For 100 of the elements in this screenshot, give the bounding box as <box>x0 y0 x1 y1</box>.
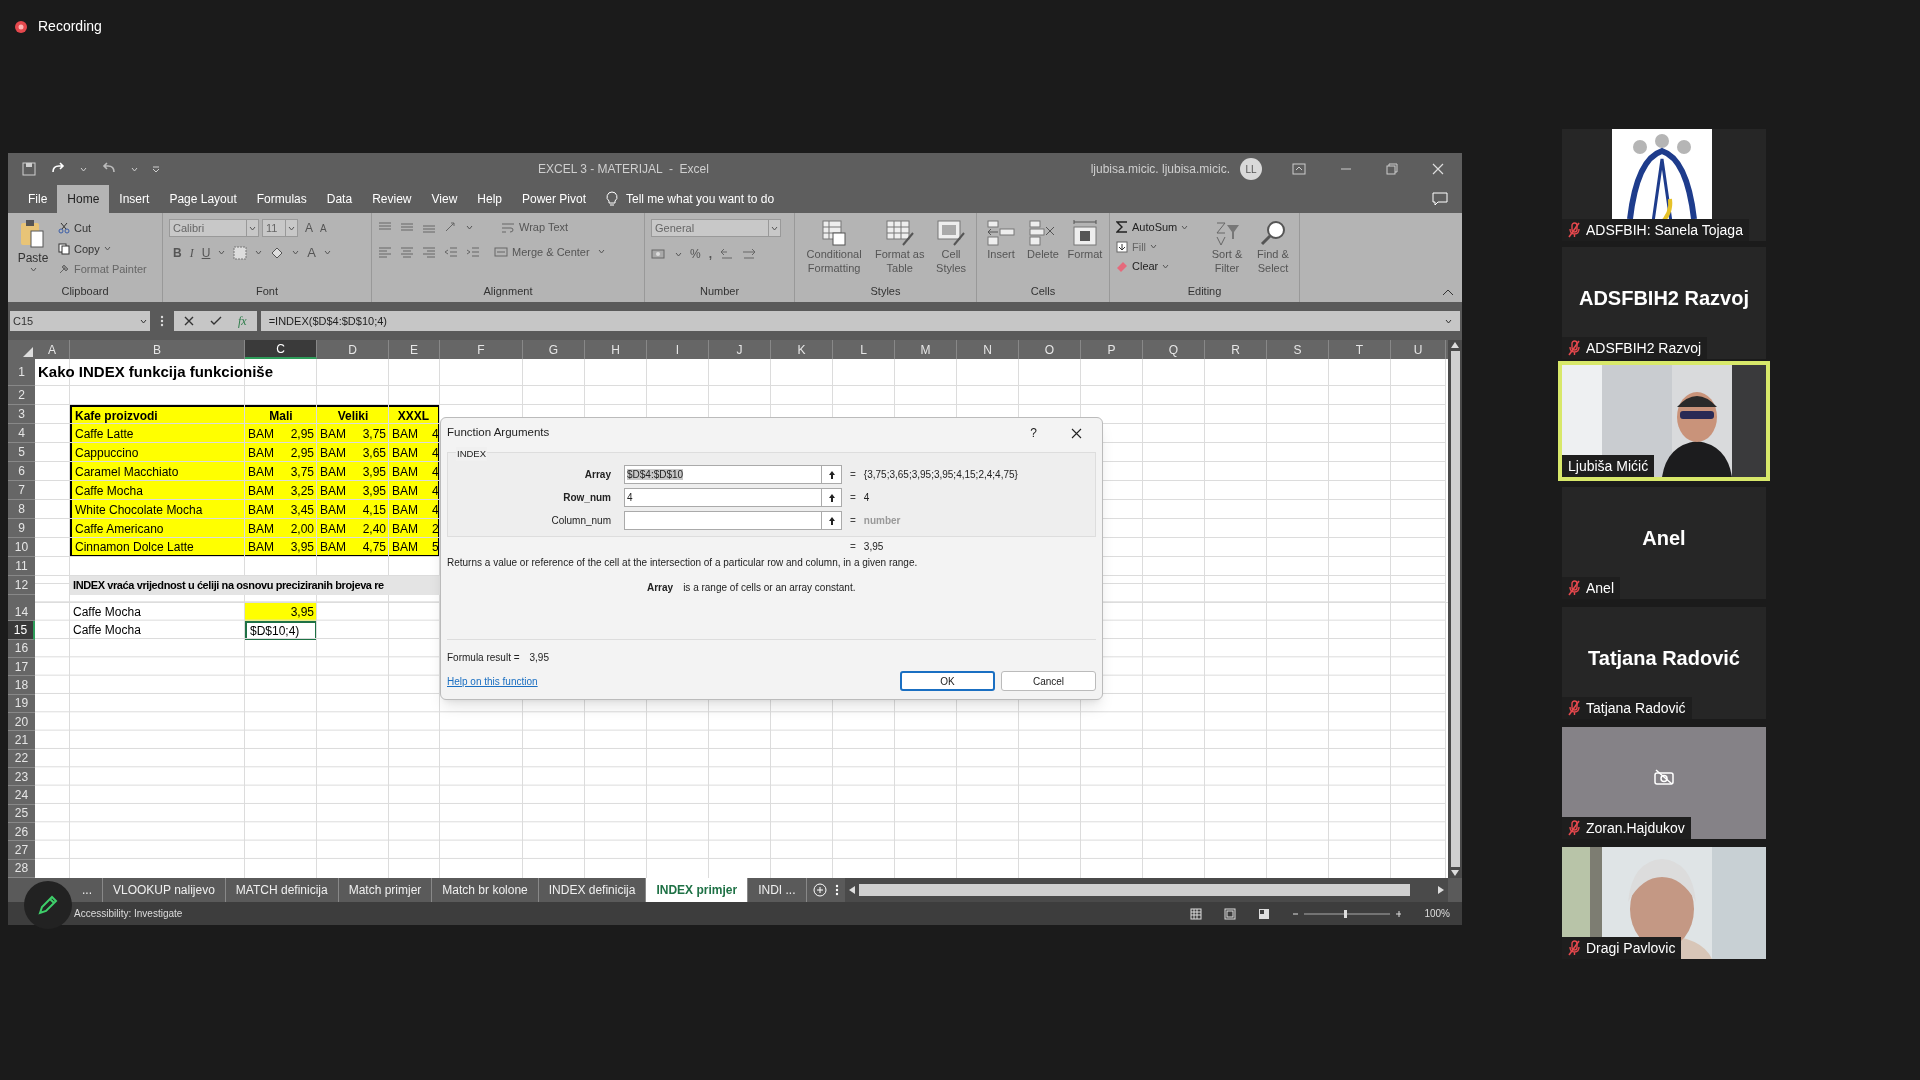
add-sheet-icon[interactable] <box>812 883 827 897</box>
ribbon-button[interactable]: Cell Styles <box>932 219 970 283</box>
cancel-icon[interactable] <box>184 316 194 326</box>
caret-icon[interactable] <box>324 250 331 256</box>
collapse-dialog-icon[interactable] <box>827 515 836 526</box>
column-header[interactable]: A <box>35 340 70 359</box>
font-color-button[interactable]: A <box>307 243 316 263</box>
row-header[interactable]: 18 <box>8 676 35 695</box>
name-box[interactable]: C15 <box>10 311 150 331</box>
row-header[interactable]: 15 <box>8 621 35 640</box>
ribbon-button[interactable]: Insert <box>983 219 1019 283</box>
column-header[interactable]: E <box>389 340 440 359</box>
ribbon-button[interactable]: Format <box>1067 219 1103 283</box>
caret-icon[interactable] <box>1181 224 1189 230</box>
row-header[interactable]: 14 <box>8 603 35 622</box>
comment-icon[interactable] <box>1432 192 1448 206</box>
column-header[interactable]: P <box>1081 340 1143 359</box>
row-header[interactable]: 6 <box>8 462 35 481</box>
bold-button[interactable]: B <box>173 243 182 262</box>
formula-field[interactable]: =INDEX($D$4:$D$10;4) <box>260 311 1460 331</box>
caret-icon[interactable] <box>1445 318 1452 324</box>
collapse-dialog-icon[interactable] <box>827 469 836 480</box>
row-header[interactable]: 2 <box>8 386 35 405</box>
cut-button[interactable]: Cut <box>58 220 147 237</box>
caret-icon[interactable] <box>1150 244 1158 250</box>
row-header[interactable]: 8 <box>8 500 35 519</box>
ribbon-tab[interactable]: Help <box>467 185 512 213</box>
row-header[interactable]: 1 <box>8 359 35 386</box>
grow-font-button[interactable]: A <box>305 219 313 237</box>
insert-function-button[interactable]: fx <box>238 312 247 330</box>
tell-me-field[interactable]: Tell me what you want to do <box>626 190 775 208</box>
row-header[interactable]: 7 <box>8 481 35 500</box>
argument-field[interactable]: $D$4:$D$10 <box>624 465 842 484</box>
column-header[interactable]: S <box>1267 340 1329 359</box>
copy-button[interactable]: Copy <box>58 240 147 257</box>
sheet-tab[interactable]: INDEX primjer <box>646 878 749 902</box>
caret-icon[interactable] <box>597 249 605 255</box>
account-avatar[interactable]: LL <box>1240 158 1262 180</box>
percent-button[interactable]: % <box>690 245 701 263</box>
column-header[interactable]: Q <box>1143 340 1205 359</box>
ribbon-tab[interactable]: File <box>18 185 58 213</box>
caret-icon[interactable] <box>29 267 37 272</box>
column-header[interactable]: R <box>1205 340 1267 359</box>
caret-icon[interactable] <box>771 225 778 231</box>
select-all-icon[interactable] <box>23 347 33 357</box>
ribbon-tab[interactable]: View <box>421 185 468 213</box>
fill-color-icon[interactable] <box>270 245 285 260</box>
caret-icon[interactable] <box>218 250 226 256</box>
column-header[interactable]: U <box>1391 340 1446 359</box>
zoom-level[interactable]: 100% <box>1424 906 1450 921</box>
wrap-text-button[interactable]: Wrap Text <box>501 219 569 236</box>
font-name-field[interactable]: Calibri <box>169 219 259 237</box>
paste-button[interactable]: Paste <box>14 219 52 283</box>
merge-center-button[interactable]: Merge & Center <box>494 243 590 260</box>
save-icon[interactable] <box>22 162 36 176</box>
row-header[interactable]: 5 <box>8 443 35 462</box>
close-icon[interactable] <box>1071 427 1082 439</box>
restore-icon[interactable] <box>1386 163 1398 175</box>
column-header[interactable]: J <box>709 340 771 359</box>
ribbon-button[interactable]: Find & Select <box>1253 219 1293 283</box>
accessibility-status[interactable]: Accessibility: Investigate <box>74 906 183 921</box>
row-header[interactable]: 3 <box>8 405 35 424</box>
column-header[interactable]: D <box>317 340 389 359</box>
help-link[interactable]: Help on this function <box>447 673 538 689</box>
number-format-field[interactable]: General <box>651 219 781 237</box>
caret-icon[interactable] <box>103 246 111 252</box>
argument-field[interactable] <box>624 511 842 530</box>
cell-editor[interactable]: $D$10;4) <box>245 621 317 640</box>
argument-field[interactable]: 4 <box>624 488 842 507</box>
more-icon[interactable] <box>834 884 839 896</box>
caret-icon[interactable] <box>292 250 300 256</box>
ribbon-tab[interactable]: Data <box>316 185 363 213</box>
normal-view-icon[interactable] <box>1190 907 1203 920</box>
row-header[interactable]: 24 <box>8 786 35 805</box>
clear-button[interactable]: Clear <box>1116 258 1201 275</box>
column-header[interactable]: O <box>1019 340 1081 359</box>
page-layout-icon[interactable] <box>1224 907 1237 920</box>
ribbon-tab[interactable]: Power Pivot <box>512 185 596 213</box>
horizontal-scrollbar[interactable] <box>844 878 1448 902</box>
underline-button[interactable]: U <box>201 243 211 262</box>
customize-icon[interactable] <box>152 165 160 173</box>
orientation-icon[interactable] <box>444 221 458 234</box>
page-break-icon[interactable] <box>1258 907 1271 920</box>
caret-icon[interactable] <box>249 225 256 231</box>
fill-button[interactable]: Fill <box>1116 238 1201 255</box>
row-header[interactable]: 21 <box>8 731 35 750</box>
shrink-font-button[interactable]: A <box>320 220 327 236</box>
currency-icon[interactable] <box>651 248 667 260</box>
column-header[interactable]: I <box>647 340 709 359</box>
caret-icon[interactable] <box>675 251 682 257</box>
row-header[interactable]: 10 <box>8 538 35 557</box>
ribbon-tab[interactable]: Review <box>362 185 422 213</box>
ribbon-button[interactable]: Sort & Filter <box>1207 219 1247 283</box>
caret-icon[interactable] <box>466 224 473 230</box>
borders-icon[interactable] <box>233 245 248 260</box>
dialog-button[interactable]: Cancel <box>1001 671 1096 691</box>
zoom-slider-icon[interactable] <box>1292 908 1403 919</box>
caret-icon[interactable] <box>140 318 147 324</box>
enter-icon[interactable] <box>210 316 222 326</box>
increase-decimal-icon[interactable] <box>720 248 734 260</box>
